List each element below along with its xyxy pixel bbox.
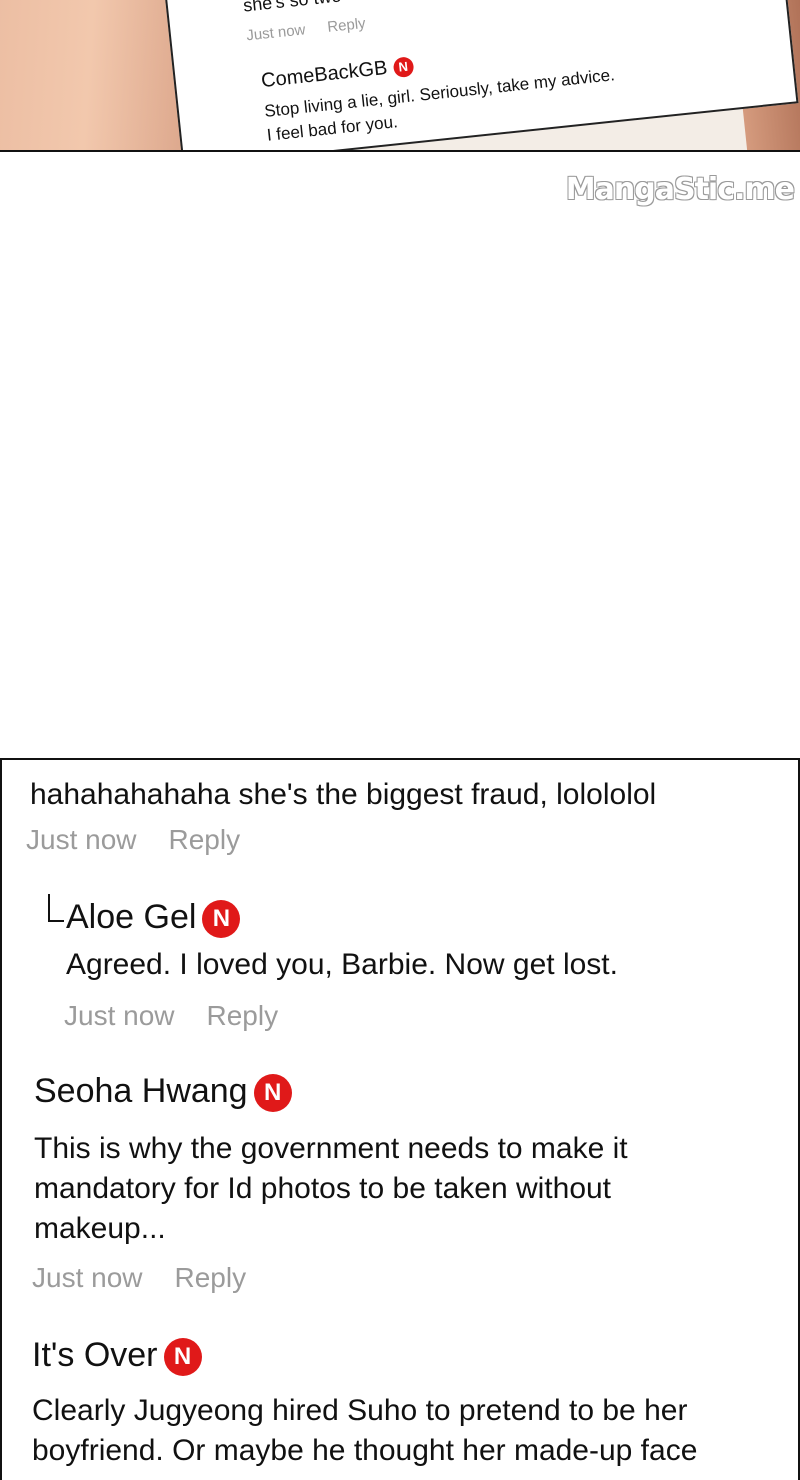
reply-link[interactable]: Reply xyxy=(169,824,241,855)
comment-text: hahahahahaha she's the biggest fraud, lo… xyxy=(30,778,657,811)
comment-author: ComeBackGB N xyxy=(260,54,415,93)
naver-badge-icon: N xyxy=(253,1074,292,1113)
comic-panel-top: she's so two Just now Reply ComeBackGB N … xyxy=(0,0,800,152)
username[interactable]: Seoha Hwang xyxy=(34,1072,248,1110)
comment-meta: Just now Reply xyxy=(64,1000,278,1032)
timestamp: Just now xyxy=(32,1262,143,1293)
comment-author: Aloe Gel N xyxy=(48,894,241,939)
site-watermark: MangaStic.me xyxy=(565,172,795,207)
comment-snippet: she's so two xyxy=(242,0,343,16)
comment-meta: Just now Reply xyxy=(26,824,240,856)
username: ComeBackGB xyxy=(260,56,389,93)
reply-indicator-icon xyxy=(48,894,64,922)
comment-text-line: makeup... xyxy=(34,1212,166,1245)
phone-screen: she's so two Just now Reply ComeBackGB N … xyxy=(160,0,799,150)
comment-text-line: mandatory for Id photos to be taken with… xyxy=(34,1172,612,1205)
reply-link[interactable]: Reply xyxy=(326,15,366,36)
timestamp: Just now xyxy=(26,824,137,855)
naver-badge-icon: N xyxy=(163,1338,202,1377)
timestamp: Just now xyxy=(245,21,307,45)
comment-meta: Just now Reply xyxy=(246,15,367,44)
username[interactable]: Aloe Gel xyxy=(66,898,196,936)
comment-author: It's Over N xyxy=(32,1336,202,1377)
comment-meta: Just now Reply xyxy=(32,1262,246,1294)
comment-text-line: This is why the government needs to make… xyxy=(34,1132,628,1165)
comment-text: Agreed. I loved you, Barbie. Now get los… xyxy=(66,948,618,981)
naver-badge-icon: N xyxy=(392,55,415,78)
comment-author: Seoha Hwang N xyxy=(34,1072,292,1113)
username[interactable]: It's Over xyxy=(32,1336,158,1374)
comment-list-panel: hahahahahaha she's the biggest fraud, lo… xyxy=(0,758,800,1480)
comment-text-line: Clearly Jugyeong hired Suho to pretend t… xyxy=(32,1394,688,1427)
reply-link[interactable]: Reply xyxy=(207,1000,279,1031)
naver-badge-icon: N xyxy=(202,900,241,939)
reply-link[interactable]: Reply xyxy=(175,1262,247,1293)
timestamp: Just now xyxy=(64,1000,175,1031)
